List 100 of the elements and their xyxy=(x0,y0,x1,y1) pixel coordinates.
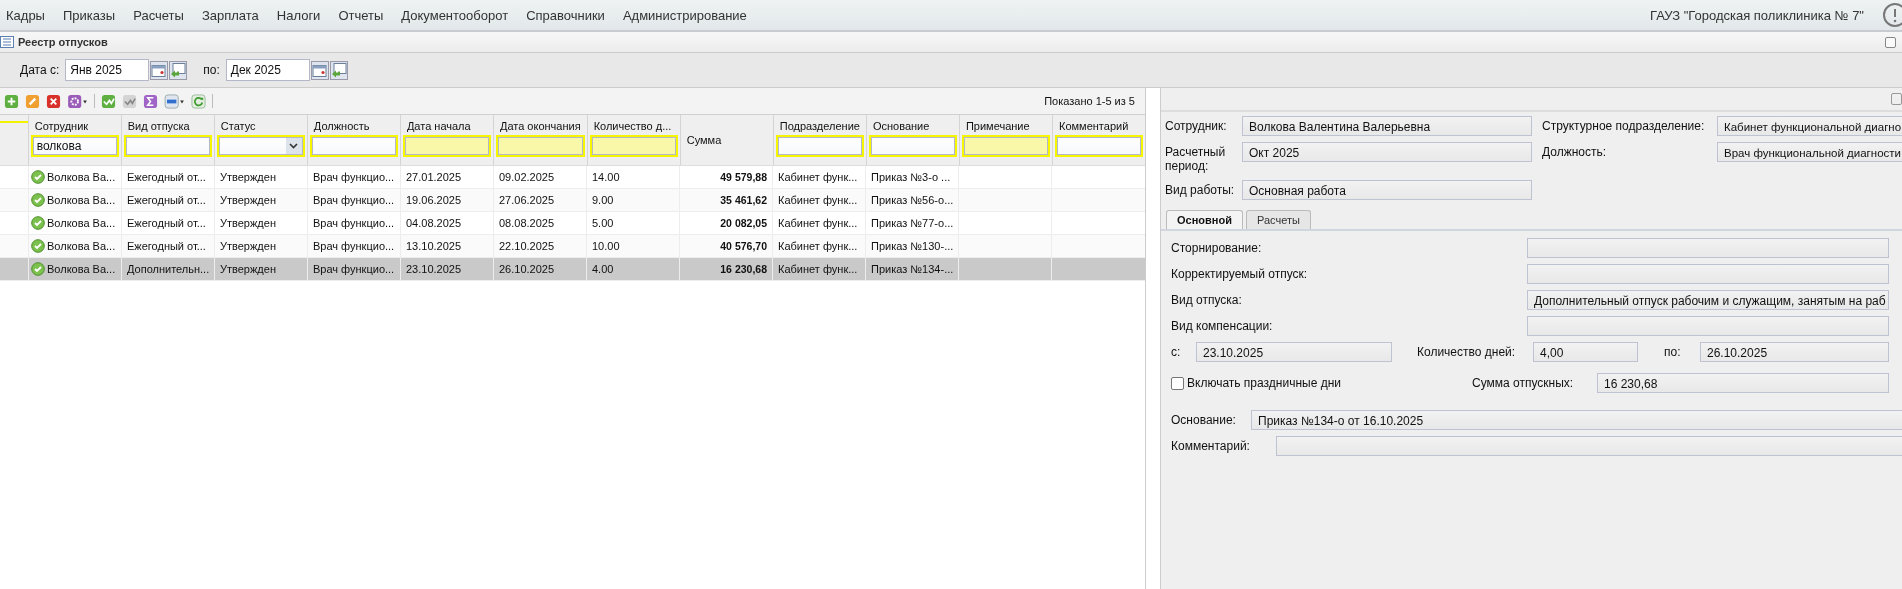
table-cell: Кабинет функ... xyxy=(778,194,858,206)
column-header[interactable]: Комментарий xyxy=(1053,115,1146,135)
readonly-field: Основная работа xyxy=(1242,180,1532,200)
filter-field[interactable] xyxy=(589,135,678,157)
refresh-icon[interactable] xyxy=(191,93,206,109)
chart-icon[interactable] xyxy=(122,93,137,109)
menu-item[interactable]: Документооборот xyxy=(401,7,509,23)
column-header[interactable]: Сумма xyxy=(680,134,773,146)
record-count: Показано 1-5 из 5 xyxy=(1044,95,1135,107)
tab[interactable]: Расчеты xyxy=(1245,210,1311,229)
field-label: Сумма отпускных: xyxy=(1472,376,1575,390)
readonly-field: Волкова Валентина Валерьевна xyxy=(1242,116,1532,136)
table-cell: Ежегодный от... xyxy=(127,171,206,183)
checkbox[interactable] xyxy=(1171,376,1184,390)
table-row[interactable]: Волкова Ва... Ежегодный от... Утвержден Врач функцио... 27.01.2025 09.02.2025 14.00 49 579,88 Кабинет функ... Приказ №3-о ... xyxy=(0,166,1145,189)
pencil-icon[interactable] xyxy=(25,93,40,109)
table-cell: Врач функцио... xyxy=(313,217,395,229)
comment-field[interactable] xyxy=(1276,436,1902,456)
filter-field[interactable] xyxy=(961,135,1050,157)
table-cell: Приказ №3-о ... xyxy=(871,171,951,183)
table-cell: Приказ №134-... xyxy=(871,263,954,275)
column-header[interactable]: Количество д... xyxy=(587,115,680,135)
filter-field[interactable] xyxy=(123,135,212,157)
menu-item[interactable]: Налоги xyxy=(276,7,321,23)
filter-field[interactable] xyxy=(495,135,585,157)
list-icon xyxy=(0,36,14,48)
gear-dropdown-icon[interactable] xyxy=(67,93,88,109)
collapse-button[interactable] xyxy=(1891,93,1902,105)
table-row[interactable]: Волкова Ва... Дополнительн... Утвержден Врач функцио... 23.10.2025 26.10.2025 4.00 16 230,68 Кабинет функ... Приказ №134-... xyxy=(0,258,1145,281)
column-header[interactable]: Примечание xyxy=(959,115,1052,135)
table-cell: Дополнительн... xyxy=(127,263,210,275)
table-cell: Приказ №130-... xyxy=(871,240,954,252)
date-to-field[interactable]: Дек 2025 xyxy=(225,59,310,81)
menu-item[interactable]: Приказы xyxy=(62,7,116,23)
calendar-icon[interactable] xyxy=(150,60,169,80)
approved-icon xyxy=(31,239,45,253)
table-cell: Утвержден xyxy=(220,194,276,206)
table-row[interactable]: Волкова Ва... Ежегодный от... Утвержден Врач функцио... 04.08.2025 08.08.2025 5.00 20 082,05 Кабинет функ... Приказ №77-о... xyxy=(0,212,1145,235)
alert-icon[interactable] xyxy=(1882,2,1902,28)
menu-item[interactable]: Зарплата xyxy=(201,7,259,23)
filter-field[interactable]: волкова xyxy=(30,135,119,157)
filter-field[interactable] xyxy=(775,135,864,157)
filter-field[interactable] xyxy=(1055,135,1144,157)
table-cell: Врач функцио... xyxy=(313,171,395,183)
table-cell: 35 461,62 xyxy=(720,194,767,206)
table-cell: Ежегодный от... xyxy=(127,240,206,252)
table-cell: 26.10.2025 xyxy=(499,263,555,275)
table-cell: Приказ №56-о... xyxy=(871,194,954,206)
chart-check-icon[interactable] xyxy=(101,93,116,109)
minimize-button[interactable] xyxy=(1885,36,1896,48)
add-icon[interactable] xyxy=(4,93,19,109)
checkbox-label: Включать праздничные дни xyxy=(1187,376,1341,390)
table-cell: 27.01.2025 xyxy=(406,171,462,183)
delete-icon[interactable] xyxy=(46,93,61,109)
column-header[interactable]: Сотрудник xyxy=(28,115,121,135)
table-cell: 10.00 xyxy=(592,240,620,252)
table-cell: Волкова Ва... xyxy=(47,194,116,206)
table-cell: Волкова Ва... xyxy=(47,240,116,252)
table-cell: 19.06.2025 xyxy=(406,194,462,206)
field-label: Вид работы: xyxy=(1165,182,1236,197)
table-row[interactable]: Волкова Ва... Ежегодный от... Утвержден Врач функцио... 19.06.2025 27.06.2025 9.00 35 461,62 Кабинет функ... Приказ №56-о... xyxy=(0,189,1145,212)
column-header[interactable]: Дата окончания xyxy=(493,115,587,135)
table-cell: 13.10.2025 xyxy=(406,240,462,252)
menu-item[interactable]: Справочники xyxy=(526,7,605,23)
panel-title: Реестр отпусков xyxy=(18,36,108,48)
organization-name: ГАУЗ "Городская поликлиника № 7" xyxy=(1650,7,1864,23)
table-cell: Утвержден xyxy=(220,240,276,252)
table-row[interactable]: Волкова Ва... Ежегодный от... Утвержден Врач функцио... 13.10.2025 22.10.2025 10.00 40 576,70 Кабинет функ... Приказ №130-... xyxy=(0,235,1145,258)
table-cell: Врач функцио... xyxy=(313,240,395,252)
filter-field[interactable] xyxy=(309,135,398,157)
column-header[interactable]: Дата начала xyxy=(400,115,493,135)
menu-item[interactable]: Отчеты xyxy=(338,7,384,23)
caret-icon[interactable] xyxy=(289,143,299,149)
field-label: Сотрудник: xyxy=(1165,118,1228,133)
date-from-field[interactable]: Янв 2025 xyxy=(65,59,150,81)
menu-item[interactable]: Расчеты xyxy=(133,7,184,23)
filter-field[interactable] xyxy=(868,135,957,157)
column-header[interactable]: Должность xyxy=(307,115,400,135)
table-cell: 08.08.2025 xyxy=(499,217,555,229)
field-label: Вид отпуска: xyxy=(1171,293,1243,307)
tab[interactable]: Основной xyxy=(1166,210,1243,229)
table-cell: Ежегодный от... xyxy=(127,194,206,206)
table-cell: Волкова Ва... xyxy=(47,263,116,275)
sigma-icon[interactable] xyxy=(143,93,158,109)
field-label: по: xyxy=(1664,345,1682,359)
table-cell: Волкова Ва... xyxy=(47,217,116,229)
menu-item[interactable]: Администрирование xyxy=(622,7,747,23)
table-cell: 49 579,88 xyxy=(720,171,767,183)
column-header[interactable]: Статус xyxy=(214,115,307,135)
calendar-icon[interactable] xyxy=(310,60,329,80)
filter-field[interactable] xyxy=(402,135,491,157)
date-from-label: Дата с: xyxy=(20,63,60,77)
readonly-field: 4,00 xyxy=(1533,342,1638,362)
column-header[interactable]: Основание xyxy=(866,115,959,135)
table-cell: Кабинет функ... xyxy=(778,217,858,229)
column-header[interactable]: Подразделение xyxy=(773,115,866,135)
menu-item[interactable]: Кадры xyxy=(6,7,45,23)
readonly-field: Врач функциональной диагности xyxy=(1717,142,1902,162)
readonly-field: Кабинет функциональной диагно xyxy=(1717,116,1902,136)
column-header[interactable]: Вид отпуска xyxy=(121,115,214,135)
